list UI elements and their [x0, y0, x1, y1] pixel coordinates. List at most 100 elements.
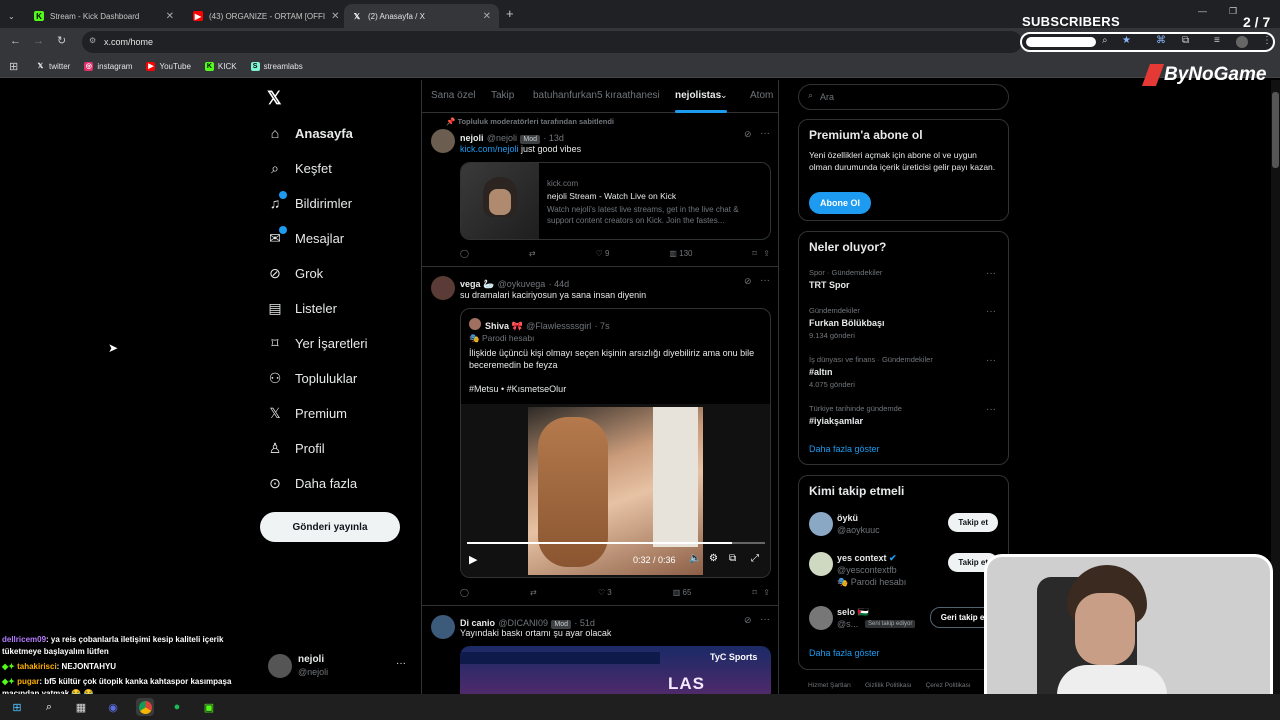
nav-item-profile[interactable]: ♙ Profil [267, 440, 325, 456]
cast-icon[interactable]: ⌘ [1156, 35, 1166, 46]
search-icon[interactable]: ⌕ [40, 698, 58, 716]
trend-item[interactable]: Gündemdekiler Furkan Bölükbaşı 9.134 gön… [799, 304, 1008, 350]
tab-list-kiraathanesi[interactable]: batuhanfurkan5 kıraathanesi [533, 90, 660, 101]
reply-icon[interactable]: ◯ [460, 249, 469, 258]
trends-show-more[interactable]: Daha fazla göster [809, 444, 880, 454]
tab-youtube[interactable]: ▶ (43) ORGANIZE - ORTAM [OFFI ✕ [185, 4, 341, 28]
tab-search-icon[interactable]: ⌄ [4, 4, 22, 28]
bookmark-streamlabs[interactable]: Sstreamlabs [250, 62, 303, 71]
bookmark-twitter[interactable]: 𝕏twitter [36, 62, 71, 71]
follow-suggestion[interactable]: yes context ✔ @yescontextfb 🎭 Parodi hes… [799, 550, 1008, 590]
bookmark-kick[interactable]: K KICK [204, 62, 237, 71]
subscribe-button[interactable]: Abone Ol [809, 192, 871, 214]
settings-icon[interactable]: ⚙ [709, 553, 718, 564]
star-icon[interactable]: ★ [1122, 35, 1131, 46]
url-input[interactable]: ⚙ x.com/home [82, 31, 1022, 53]
trend-item[interactable]: İş dünyası ve finans · Gündemdekiler #al… [799, 353, 1008, 399]
back-icon[interactable]: ← [10, 35, 21, 47]
like-button[interactable]: ♡ 3 [598, 588, 612, 597]
more-icon[interactable]: ··· [986, 404, 996, 415]
volume-icon[interactable]: 🔈 [689, 553, 701, 564]
video-player[interactable]: ▶ 0:32 / 0:36 🔈 ⚙ ⧉ ⤢ [461, 404, 770, 577]
tab-following[interactable]: Takip [491, 90, 514, 101]
video-progress-track[interactable] [467, 542, 765, 544]
menu-icon[interactable]: ⋮ [1262, 35, 1272, 46]
chrome-icon[interactable] [136, 698, 154, 716]
share-icon[interactable]: ⇪ [763, 249, 770, 258]
post-card[interactable]: 📌 Topluluk moderatörleri tarafından sabi… [422, 114, 779, 267]
footer-link[interactable]: Çerez Politikası [926, 682, 971, 689]
reload-icon[interactable]: ↻ [57, 34, 66, 47]
link-preview-card[interactable]: kick.com nejoli Stream - Watch Live on K… [460, 162, 771, 240]
repost-icon[interactable]: ⇄ [529, 249, 536, 258]
discord-icon[interactable]: ◉ [104, 698, 122, 716]
post-author[interactable]: vega 🦢 [460, 279, 494, 289]
site-info-icon[interactable]: ⚙ [89, 36, 96, 45]
post-link[interactable]: kick.com/nejoli [460, 144, 519, 154]
nav-item-premium[interactable]: 𝕏 Premium [267, 405, 347, 421]
views-button[interactable]: ▥ 130 [669, 249, 692, 258]
zoom-icon[interactable]: ⌕ [1102, 35, 1108, 46]
grok-icon[interactable]: ⊘ [744, 276, 752, 287]
grok-icon[interactable]: ⊘ [744, 615, 752, 626]
tab-kick-dashboard[interactable]: K Stream - Kick Dashboard ✕ [26, 4, 182, 28]
windows-start-icon[interactable]: ⊞ [8, 698, 26, 716]
avatar[interactable] [431, 276, 455, 300]
profile-avatar-icon[interactable] [1236, 36, 1248, 48]
nav-item-home[interactable]: ⌂ Anasayfa [267, 125, 353, 141]
follow-suggestion[interactable]: selo 🇵🇸 @s... Seni takip ediyor Geri tak… [799, 604, 1008, 636]
minimize-icon[interactable]: — [1198, 6, 1207, 16]
fullscreen-icon[interactable]: ⤢ [751, 553, 759, 564]
tab-nejolistas[interactable]: nejolistas [675, 90, 721, 101]
search-input[interactable]: ⌕ Ara [798, 84, 1009, 110]
more-icon[interactable]: ··· [760, 614, 770, 625]
avatar[interactable] [431, 129, 455, 153]
post-card[interactable]: vega 🦢 @oykuvega · 44d ⊘ ··· su dramalar… [422, 268, 779, 606]
share-icon[interactable]: ⇪ [763, 588, 770, 597]
bookmark-youtube[interactable]: ▶ YouTube [146, 62, 191, 71]
quote-post[interactable]: Shiva 🎀 @Flawlessssgirl · 7s 🎭 Parodi he… [460, 308, 771, 578]
close-icon[interactable]: ✕ [331, 11, 339, 22]
maximize-icon[interactable]: ❐ [1229, 6, 1237, 17]
extensions-icon[interactable]: ⧉ [1182, 35, 1189, 46]
nav-item-notifications[interactable]: ♫ Bildirimler [267, 191, 352, 211]
kick-app-icon[interactable]: ▣ [200, 698, 218, 716]
footer-link[interactable]: Hizmet Şartları [808, 682, 851, 689]
nav-item-lists[interactable]: ▤ Listeler [267, 300, 337, 316]
play-icon[interactable]: ▶ [469, 553, 477, 566]
more-icon[interactable]: ··· [986, 268, 996, 279]
post-author[interactable]: nejoli [460, 133, 484, 143]
more-icon[interactable]: ··· [760, 128, 770, 139]
tab-atom[interactable]: Atom [750, 90, 773, 101]
repost-icon[interactable]: ⇄ [530, 588, 537, 597]
bookmark-icon[interactable]: ⌑ [752, 249, 756, 258]
trend-item[interactable]: Türkiye tarihinde gündemde #iyiakşamlar … [799, 402, 1008, 436]
reading-list-icon[interactable]: ≡ [1214, 35, 1220, 46]
trend-item[interactable]: Spor · Gündemdekiler TRT Spor ··· [799, 266, 1008, 304]
footer-link[interactable]: Gizlilik Politikası [865, 682, 912, 689]
avatar[interactable] [431, 615, 455, 639]
nav-item-bookmarks[interactable]: ⌑ Yer İşaretleri [267, 335, 367, 351]
reply-icon[interactable]: ◯ [460, 588, 469, 597]
spotify-icon[interactable]: ● [168, 698, 186, 716]
bookmark-icon[interactable]: ⌑ [753, 588, 757, 597]
more-icon[interactable]: ··· [986, 355, 996, 366]
x-logo-icon[interactable]: 𝕏 [267, 88, 282, 109]
follow-suggestion[interactable]: öykü @aoykuuc Takip et [799, 510, 1008, 542]
bookmark-instagram[interactable]: ◎ instagram [84, 62, 132, 71]
grok-icon[interactable]: ⊘ [744, 129, 752, 140]
nav-item-more[interactable]: ⊙ Daha fazla [267, 475, 357, 491]
views-button[interactable]: ▥ 65 [673, 588, 692, 597]
tab-for-you[interactable]: Sana özel [431, 90, 475, 101]
close-icon[interactable]: ✕ [166, 11, 174, 22]
follow-button[interactable]: Takip et [948, 513, 998, 532]
nav-item-communities[interactable]: ⚇ Topluluklar [267, 370, 357, 386]
post-button[interactable]: Gönderi yayınla [260, 512, 400, 542]
file-explorer-icon[interactable]: ▦ [72, 698, 90, 716]
tab-x-home[interactable]: 𝕏 (2) Anasayfa / X ✕ [344, 4, 499, 28]
apps-grid-icon[interactable]: ⊞ [9, 60, 18, 73]
post-author[interactable]: Di canio [460, 618, 495, 628]
scrollbar-thumb[interactable] [1272, 92, 1279, 168]
more-icon[interactable]: ··· [396, 658, 406, 669]
nav-item-explore[interactable]: ⌕ Keşfet [267, 160, 332, 176]
